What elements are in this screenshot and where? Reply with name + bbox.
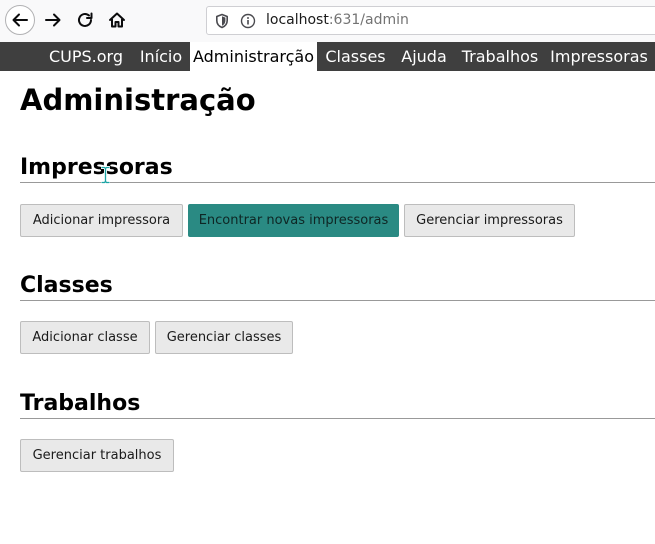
add-printer-button[interactable]: Adicionar impressora bbox=[20, 204, 183, 237]
forward-button[interactable] bbox=[38, 5, 68, 35]
address-bar[interactable]: localhost:631/admin bbox=[206, 6, 655, 35]
manage-jobs-button[interactable]: Gerenciar trabalhos bbox=[20, 439, 174, 472]
home-button[interactable] bbox=[102, 5, 132, 35]
add-class-button[interactable]: Adicionar classe bbox=[20, 321, 150, 354]
section-divider bbox=[20, 300, 655, 301]
nav-item-cups-org[interactable]: CUPS.org bbox=[41, 42, 131, 71]
page-title: Administração bbox=[20, 83, 256, 117]
manage-printers-button[interactable]: Gerenciar impressoras bbox=[404, 204, 575, 237]
reload-button[interactable] bbox=[70, 5, 100, 35]
find-new-printers-button[interactable]: Encontrar novas impressoras bbox=[188, 204, 399, 237]
nav-item-trabalhos[interactable]: Trabalhos bbox=[455, 42, 545, 71]
section-title-classes: Classes bbox=[20, 273, 113, 298]
back-arrow-icon bbox=[12, 13, 28, 27]
section-divider bbox=[20, 418, 655, 419]
url-text[interactable]: localhost:631/admin bbox=[266, 12, 409, 28]
nav-item-impressoras[interactable]: Impressoras bbox=[546, 42, 652, 71]
back-button[interactable] bbox=[5, 5, 35, 35]
nav-item-inicio[interactable]: Início bbox=[133, 42, 189, 71]
section-divider bbox=[20, 182, 655, 183]
nav-item-administracao[interactable]: Administrarção bbox=[190, 42, 317, 71]
shield-icon[interactable] bbox=[214, 13, 230, 29]
cups-nav-bar: CUPS.org Início Administrarção Classes A… bbox=[0, 42, 655, 71]
info-icon[interactable] bbox=[240, 13, 256, 29]
nav-item-classes[interactable]: Classes bbox=[318, 42, 393, 71]
home-icon bbox=[109, 12, 125, 28]
section-title-jobs: Trabalhos bbox=[20, 391, 141, 416]
reload-icon bbox=[78, 12, 93, 27]
url-path: :631/admin bbox=[328, 12, 409, 28]
manage-classes-button[interactable]: Gerenciar classes bbox=[155, 321, 293, 354]
browser-toolbar: localhost:631/admin bbox=[0, 0, 655, 42]
forward-arrow-icon bbox=[45, 13, 61, 27]
url-host: localhost bbox=[266, 12, 329, 28]
nav-item-ajuda[interactable]: Ajuda bbox=[394, 42, 454, 71]
section-title-printers: Impressoras bbox=[20, 155, 173, 180]
